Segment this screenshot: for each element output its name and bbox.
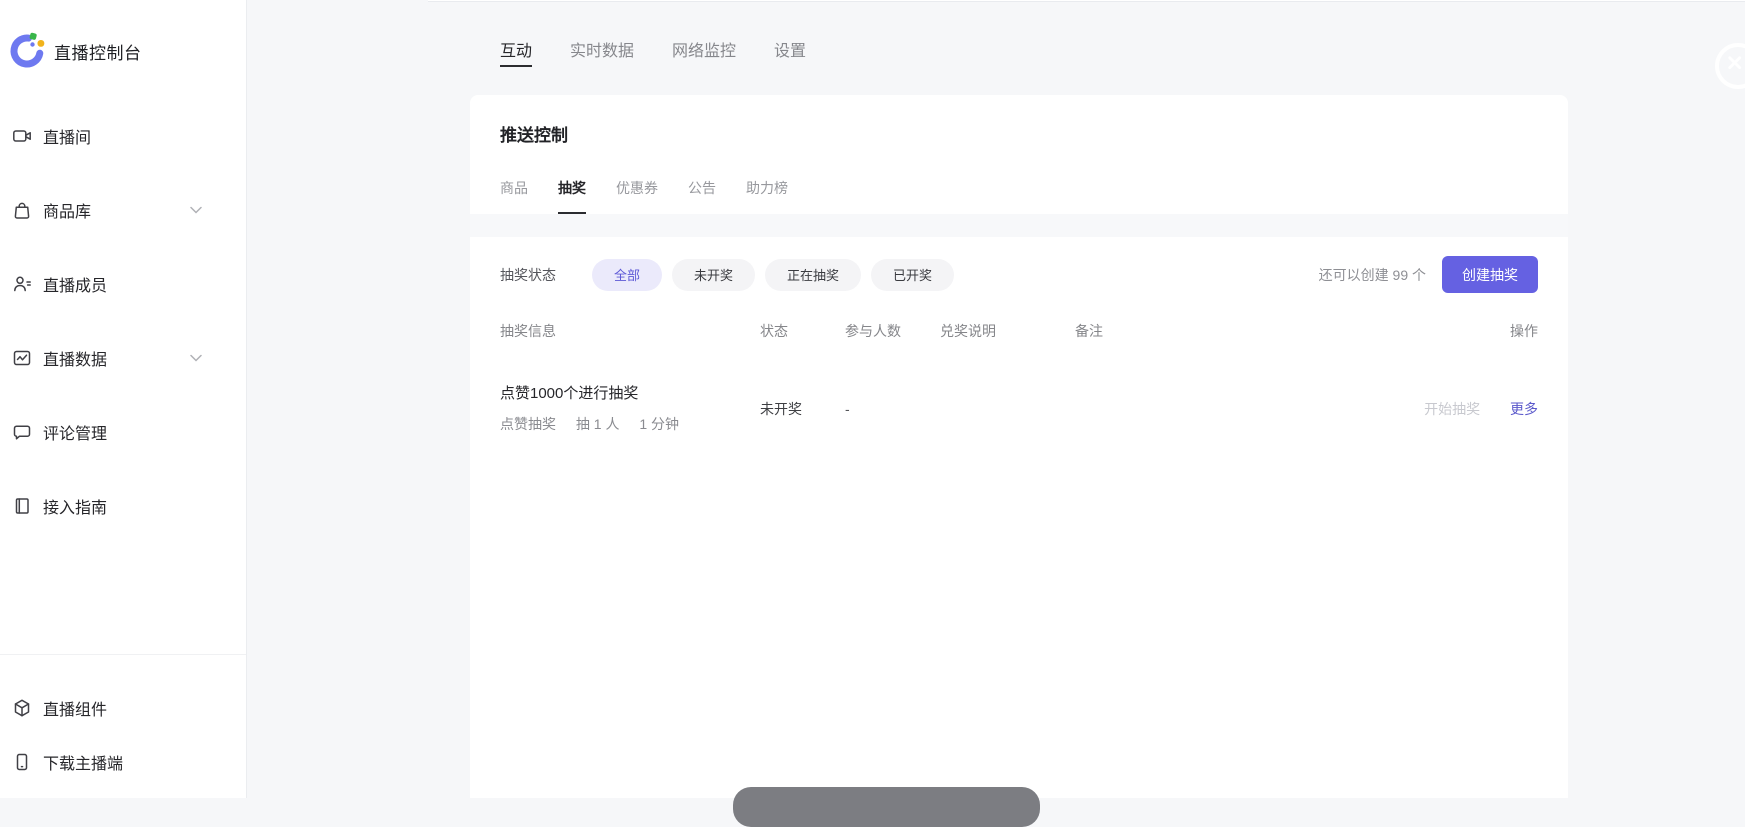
members-icon	[12, 274, 32, 294]
comment-icon	[12, 422, 32, 442]
table-header-row: 抽奖信息 状态 参与人数 兑奖说明 备注 操作	[500, 319, 1538, 343]
sidebar-footer: 直播组件 下载主播端	[0, 654, 246, 798]
app-logo-row: 直播控制台	[0, 0, 246, 72]
top-tab-bar: 互动 实时数据 网络监控 设置	[500, 0, 844, 67]
subtab-lottery[interactable]: 抽奖	[558, 178, 586, 214]
column-header-actions: 操作	[1305, 321, 1538, 341]
subtab-separator-band	[470, 214, 1568, 237]
sidebar-item-download-broadcaster[interactable]: 下载主播端	[0, 735, 246, 789]
chevron-down-icon	[190, 206, 202, 214]
lottery-type: 点赞抽奖	[500, 416, 556, 432]
column-header-remark: 备注	[1075, 321, 1305, 341]
filter-pill-not-drawn[interactable]: 未开奖	[672, 259, 755, 291]
guide-icon	[12, 496, 32, 516]
app-title: 直播控制台	[54, 39, 142, 64]
sidebar-item-live-data[interactable]: 直播数据	[0, 321, 246, 395]
subtab-coupons[interactable]: 优惠券	[616, 178, 658, 214]
sidebar-item-label: 接入指南	[43, 494, 107, 518]
sidebar: 直播控制台 直播间 商品库	[0, 0, 247, 798]
filter-pill-drawing[interactable]: 正在抽奖	[765, 259, 861, 291]
sidebar-item-label: 评论管理	[43, 420, 107, 444]
column-header-lottery-info: 抽奖信息	[500, 321, 760, 341]
camera-icon	[12, 126, 32, 146]
column-header-participants: 参与人数	[845, 321, 940, 341]
more-button[interactable]: 更多	[1510, 401, 1538, 417]
lottery-table: 抽奖信息 状态 参与人数 兑奖说明 备注 操作 点赞1000个进行抽奖 点赞抽奖…	[500, 319, 1538, 445]
lottery-title: 点赞1000个进行抽奖	[500, 384, 760, 404]
column-header-redeem-note: 兑奖说明	[940, 321, 1075, 341]
tab-interaction[interactable]: 互动	[500, 0, 532, 67]
filter-pill-drawn[interactable]: 已开奖	[871, 259, 954, 291]
close-icon	[1719, 43, 1745, 89]
phone-icon	[12, 752, 32, 772]
lottery-duration: 1 分钟	[639, 416, 679, 432]
filter-label: 抽奖状态	[500, 265, 556, 285]
sidebar-item-live-members[interactable]: 直播成员	[0, 247, 246, 321]
sidebar-nav: 直播间 商品库 直播成员	[0, 99, 246, 543]
tab-settings[interactable]: 设置	[774, 0, 806, 67]
app-logo-icon	[8, 32, 46, 70]
sidebar-item-comment-management[interactable]: 评论管理	[0, 395, 246, 469]
bottom-toast-fragment	[733, 787, 1040, 827]
sidebar-item-label: 直播组件	[43, 696, 107, 720]
subtab-boost-ranking[interactable]: 助力榜	[746, 178, 788, 214]
subtab-announcement[interactable]: 公告	[688, 178, 716, 214]
subtab-products[interactable]: 商品	[500, 178, 528, 214]
card-title: 推送控制	[500, 95, 1538, 148]
quota-remaining-text: 还可以创建 99 个	[1319, 265, 1426, 285]
close-float-button[interactable]	[1715, 43, 1745, 89]
table-row: 点赞1000个进行抽奖 点赞抽奖 抽 1 人 1 分钟 未开奖 - 开始抽奖 更…	[500, 373, 1538, 445]
create-lottery-button[interactable]: 创建抽奖	[1442, 256, 1538, 293]
lottery-filter-row: 抽奖状态 全部 未开奖 正在抽奖 已开奖 还可以创建 99 个 创建抽奖	[500, 256, 1538, 293]
sidebar-item-label: 直播数据	[43, 346, 107, 370]
sidebar-item-label: 直播间	[43, 124, 91, 148]
sidebar-item-label: 商品库	[43, 198, 91, 222]
sidebar-item-live-room[interactable]: 直播间	[0, 99, 246, 173]
tab-network-monitor[interactable]: 网络监控	[672, 0, 736, 67]
actions-cell: 开始抽奖 更多	[1305, 399, 1538, 419]
status-cell: 未开奖	[760, 399, 845, 419]
sidebar-item-product-library[interactable]: 商品库	[0, 173, 246, 247]
filter-pill-all[interactable]: 全部	[592, 259, 662, 291]
sidebar-item-label: 下载主播端	[43, 750, 123, 774]
chevron-down-icon	[190, 354, 202, 362]
bag-icon	[12, 200, 32, 220]
cube-icon	[12, 698, 32, 718]
push-subtab-bar: 商品 抽奖 优惠券 公告 助力榜	[500, 178, 1538, 214]
chart-icon	[12, 348, 32, 368]
participants-cell: -	[845, 401, 940, 417]
lottery-winner-count: 抽 1 人	[576, 416, 620, 432]
start-lottery-button[interactable]: 开始抽奖	[1424, 401, 1480, 417]
push-control-card: 推送控制 商品 抽奖 优惠券 公告 助力榜 抽奖状态 全部 未开奖 正在抽奖 已…	[470, 95, 1568, 798]
tab-realtime-data[interactable]: 实时数据	[570, 0, 634, 67]
filter-right-group: 还可以创建 99 个 创建抽奖	[1319, 256, 1538, 293]
lottery-info-cell: 点赞1000个进行抽奖 点赞抽奖 抽 1 人 1 分钟	[500, 384, 760, 434]
column-header-status: 状态	[760, 321, 845, 341]
sidebar-item-live-components[interactable]: 直播组件	[0, 681, 246, 735]
main-area: 互动 实时数据 网络监控 设置 推送控制 商品 抽奖 优惠券 公告 助力榜 抽奖…	[248, 0, 1745, 798]
sidebar-item-label: 直播成员	[43, 272, 107, 296]
lottery-subtitle: 点赞抽奖 抽 1 人 1 分钟	[500, 414, 760, 434]
sidebar-item-access-guide[interactable]: 接入指南	[0, 469, 246, 543]
